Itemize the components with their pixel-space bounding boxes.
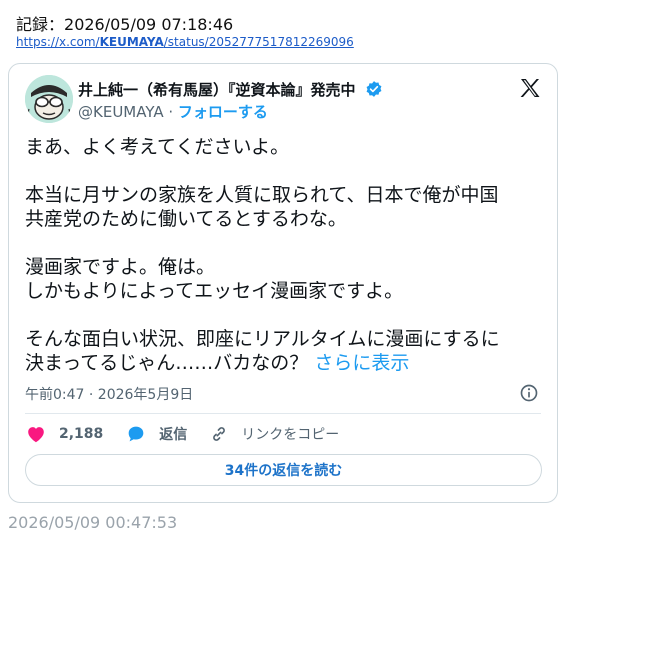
author-handle[interactable]: @KEUMAYA — [78, 103, 164, 121]
divider — [25, 413, 541, 414]
copy-link-button[interactable]: リンクをコピー — [209, 424, 339, 444]
like-count: 2,188 — [59, 426, 104, 442]
author-handle-row: @KEUMAYA · フォローする — [78, 101, 268, 122]
saved-timestamp: 2026/05/09 00:47:53 — [8, 513, 178, 532]
tweet-timestamp[interactable]: 午前0:47 · 2026年5月9日 — [25, 384, 193, 404]
link-icon — [213, 427, 226, 441]
source-url-prefix: https://x.com/ — [16, 35, 100, 49]
like-button[interactable]: 2,188 — [25, 423, 103, 445]
read-replies-label: 34件の返信を読む — [224, 463, 343, 479]
record-line: 記録：2026/05/09 07:18:46 — [16, 11, 233, 35]
handle-separator: · — [163, 103, 178, 121]
avatar-illustration — [25, 75, 73, 123]
reply-label: 返信 — [159, 427, 188, 443]
tweet-text: まあ、よく考えてくださいよ。 本当に月サンの家族を人質に取られて、日本で俺が中国… — [25, 135, 545, 375]
record-label: 記録： — [16, 15, 65, 34]
source-url-user: KEUMAYA — [99, 35, 164, 49]
source-url-suffix: /status/2052777517812269096 — [163, 35, 354, 49]
tweet-body: まあ、よく考えてくださいよ。 本当に月サンの家族を人質に取られて、日本で俺が中国… — [25, 136, 500, 374]
source-url-link[interactable]: https://x.com/KEUMAYA/status/20527775178… — [16, 35, 354, 49]
heart-icon — [28, 427, 44, 443]
author-display-name: 井上純一（希有馬屋）『逆資本論』発売中 — [78, 81, 356, 99]
author-display-name-row[interactable]: 井上純一（希有馬屋）『逆資本論』発売中 — [78, 79, 383, 100]
x-logo-icon[interactable] — [518, 76, 542, 100]
reply-button[interactable]: 返信 — [125, 423, 187, 445]
info-icon[interactable] — [519, 383, 539, 403]
avatar[interactable] — [25, 75, 73, 123]
copy-link-label: リンクをコピー — [241, 427, 340, 443]
follow-button[interactable]: フォローする — [178, 103, 268, 121]
tweet-card: 井上純一（希有馬屋）『逆資本論』発売中 @KEUMAYA · フォローする まあ… — [8, 63, 558, 503]
show-more-link[interactable]: さらに表示 — [314, 352, 409, 374]
record-datetime: 2026/05/09 07:18:46 — [64, 15, 234, 34]
read-replies-button[interactable]: 34件の返信を読む — [25, 454, 542, 486]
verified-badge-icon — [366, 81, 382, 97]
speech-bubble-icon — [128, 426, 144, 442]
action-bar: 2,188 返信 リンクをコピー — [25, 422, 361, 446]
